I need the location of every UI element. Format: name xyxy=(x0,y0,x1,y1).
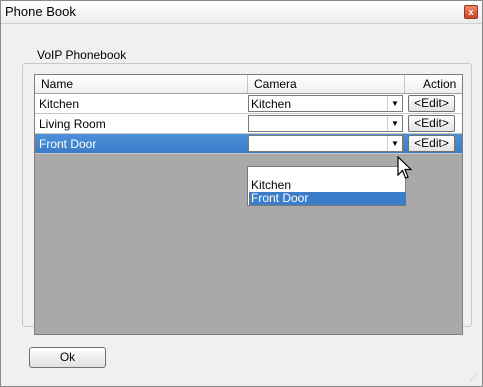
phone-book-window: Phone Book x VoIP Phonebook Name Camera … xyxy=(0,0,483,387)
mouse-pointer-icon xyxy=(397,156,413,179)
window-title: Phone Book xyxy=(5,4,76,19)
dropdown-option-front-door[interactable]: Front Door xyxy=(249,192,406,205)
chevron-down-icon[interactable]: ▼ xyxy=(387,116,402,131)
edit-button[interactable]: <Edit> xyxy=(408,95,455,112)
column-header-camera[interactable]: Camera xyxy=(248,75,405,93)
table-row[interactable]: Living Room ▼ <Edit> xyxy=(35,114,462,134)
edit-button[interactable]: <Edit> xyxy=(408,115,455,132)
ok-button[interactable]: Ok xyxy=(29,347,106,368)
camera-select-open[interactable]: ▼ xyxy=(248,135,403,152)
column-header-name[interactable]: Name xyxy=(35,75,248,93)
grid-header: Name Camera Action xyxy=(35,75,462,94)
camera-select[interactable]: Kitchen ▼ xyxy=(248,95,403,112)
camera-dropdown-list: Kitchen Front Door xyxy=(247,166,406,206)
chevron-down-icon[interactable]: ▼ xyxy=(387,96,402,111)
close-icon[interactable]: x xyxy=(464,5,478,19)
camera-select-value: Kitchen xyxy=(251,97,292,111)
group-label: VoIP Phonebook xyxy=(34,48,130,62)
title-bar[interactable]: Phone Book x xyxy=(1,1,482,24)
table-row-selected[interactable]: Front Door ▼ <Edit> xyxy=(35,134,462,154)
column-header-action[interactable]: Action xyxy=(405,75,462,93)
camera-select[interactable]: ▼ xyxy=(248,115,403,132)
edit-button[interactable]: <Edit> xyxy=(408,135,455,152)
row-name: Kitchen xyxy=(39,97,80,111)
resize-grip-icon[interactable]: ⋰ xyxy=(470,373,478,382)
chevron-down-icon[interactable]: ▼ xyxy=(387,136,402,151)
table-row[interactable]: Kitchen Kitchen ▼ <Edit> xyxy=(35,94,462,114)
row-name: Front Door xyxy=(39,137,97,151)
row-name: Living Room xyxy=(39,117,106,131)
